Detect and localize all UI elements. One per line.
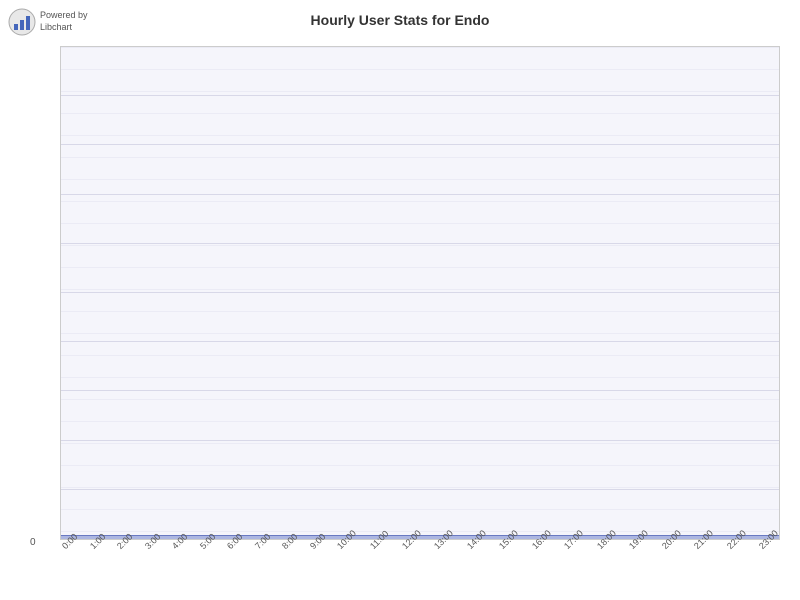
powered-by-section: Powered by Libchart bbox=[8, 8, 88, 36]
chart-title: Hourly User Stats for Endo bbox=[0, 0, 800, 32]
x-axis: 0:001:002:003:004:005:006:007:008:009:00… bbox=[60, 540, 780, 590]
grid-line bbox=[61, 292, 779, 293]
grid-line bbox=[61, 489, 779, 490]
grid-line bbox=[61, 440, 779, 441]
powered-by-text: Powered by Libchart bbox=[40, 10, 88, 33]
grid-line bbox=[61, 243, 779, 244]
grid-line bbox=[61, 341, 779, 342]
grid-line bbox=[61, 144, 779, 145]
chart-plot-area bbox=[60, 46, 780, 540]
grid-line bbox=[61, 46, 779, 47]
libchart-logo-icon bbox=[8, 8, 36, 36]
grid-line bbox=[61, 194, 779, 195]
grid-line bbox=[61, 95, 779, 96]
y-axis-zero-label: 0 bbox=[30, 537, 36, 548]
grid-lines bbox=[61, 47, 779, 539]
grid-line bbox=[61, 390, 779, 391]
